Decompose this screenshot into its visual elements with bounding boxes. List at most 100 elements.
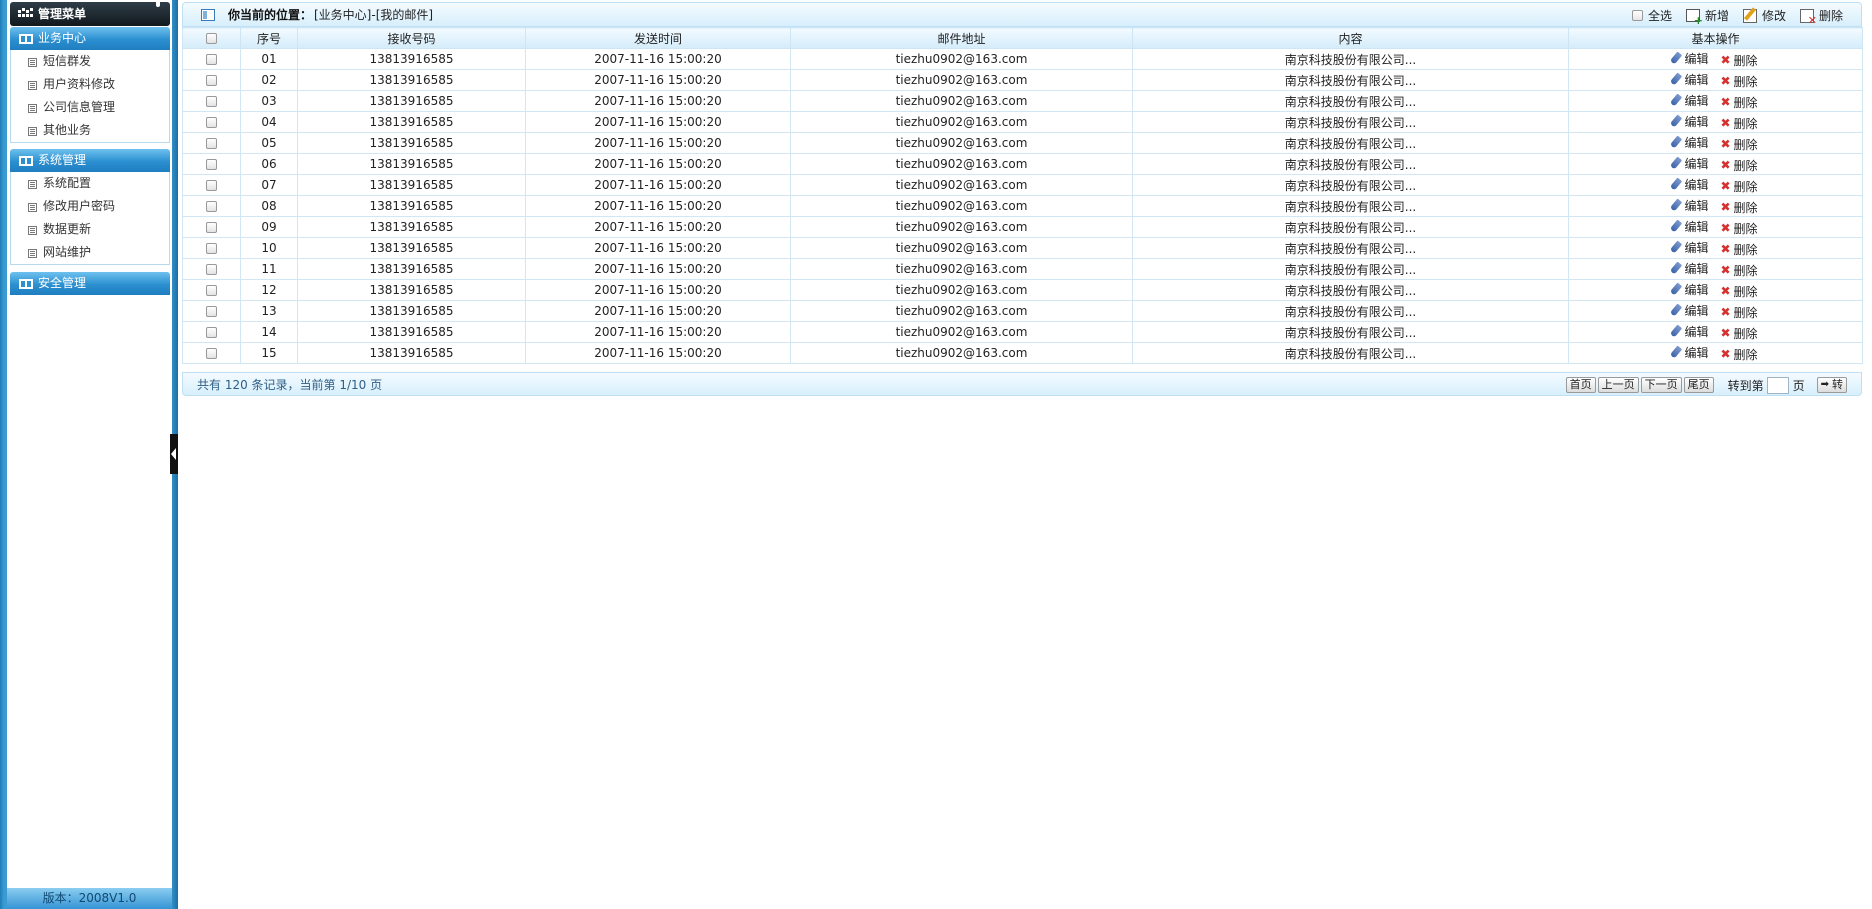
row-checkbox[interactable] <box>206 96 217 107</box>
row-select-cell[interactable] <box>182 111 241 133</box>
cell-email: tiezhu0902@163.com <box>790 174 1133 196</box>
row-checkbox[interactable] <box>206 54 217 65</box>
cell-seq: 05 <box>240 132 298 154</box>
row-select-cell[interactable] <box>182 321 241 343</box>
close-icon: ✖ <box>1720 53 1731 67</box>
row-edit-label: 编辑 <box>1684 345 1709 360</box>
menu-item-data-update[interactable]: 数据更新 <box>11 218 169 241</box>
row-edit-button[interactable]: 编辑 <box>1670 92 1708 109</box>
row-delete-button[interactable]: ✖ 删除 <box>1720 52 1757 69</box>
row-edit-button[interactable]: 编辑 <box>1670 302 1708 319</box>
menu-item-company-info[interactable]: 公司信息管理 <box>11 96 169 119</box>
row-edit-button[interactable]: 编辑 <box>1670 50 1708 67</box>
cell-actions: 编辑 ✖ 删除 <box>1568 48 1863 70</box>
menu-item-other[interactable]: 其他业务 <box>11 119 169 142</box>
row-delete-button[interactable]: ✖ 删除 <box>1720 73 1757 90</box>
cell-recipient: 13813916585 <box>297 300 526 322</box>
row-checkbox[interactable] <box>206 222 217 233</box>
add-button[interactable]: 新增 <box>1685 7 1729 26</box>
row-edit-button[interactable]: 编辑 <box>1670 239 1708 256</box>
pencil-icon <box>1670 93 1683 107</box>
row-delete-button[interactable]: ✖ 删除 <box>1720 304 1757 321</box>
row-select-cell[interactable] <box>182 153 241 175</box>
menu-group-system[interactable]: 系统管理 <box>10 149 170 172</box>
go-button[interactable]: ➡ 转 <box>1816 377 1847 393</box>
header-select-all[interactable] <box>182 27 241 49</box>
row-select-cell[interactable] <box>182 90 241 112</box>
row-select-cell[interactable] <box>182 279 241 301</box>
row-checkbox[interactable] <box>206 159 217 170</box>
row-edit-button[interactable]: 编辑 <box>1670 323 1708 340</box>
cell-seq: 01 <box>240 48 298 70</box>
menu-item-change-password[interactable]: 修改用户密码 <box>11 195 169 218</box>
pencil-icon <box>1670 114 1683 128</box>
row-edit-button[interactable]: 编辑 <box>1670 281 1708 298</box>
menu-group-business[interactable]: 业务中心 <box>10 27 170 50</box>
menu-item-site-maintenance[interactable]: 网站维护 <box>11 241 169 264</box>
row-delete-button[interactable]: ✖ 删除 <box>1720 346 1757 363</box>
row-edit-button[interactable]: 编辑 <box>1670 344 1709 361</box>
next-page-button[interactable]: 下一页 <box>1640 377 1682 393</box>
menu-item-system-config[interactable]: 系统配置 <box>11 172 169 195</box>
row-edit-button[interactable]: 编辑 <box>1670 218 1708 235</box>
row-checkbox[interactable] <box>206 138 217 149</box>
row-delete-label: 删除 <box>1733 179 1758 194</box>
row-select-cell[interactable] <box>182 174 241 196</box>
row-checkbox[interactable] <box>206 180 217 191</box>
row-select-cell[interactable] <box>182 69 241 91</box>
row-select-cell[interactable] <box>182 216 241 238</box>
row-delete-button[interactable]: ✖ 删除 <box>1720 262 1757 279</box>
row-checkbox[interactable] <box>206 306 217 317</box>
row-delete-button[interactable]: ✖ 删除 <box>1720 115 1757 132</box>
row-delete-label: 删除 <box>1733 200 1758 215</box>
row-edit-button[interactable]: 编辑 <box>1670 197 1708 214</box>
row-delete-button[interactable]: ✖ 删除 <box>1720 136 1757 153</box>
modify-button[interactable]: 修改 <box>1742 7 1786 24</box>
goto-page-input[interactable] <box>1766 376 1789 394</box>
row-edit-button[interactable]: 编辑 <box>1670 155 1708 172</box>
row-delete-button[interactable]: ✖ 删除 <box>1720 325 1757 342</box>
row-checkbox[interactable] <box>206 264 217 275</box>
row-select-cell[interactable] <box>182 300 241 322</box>
row-edit-button[interactable]: 编辑 <box>1670 176 1708 193</box>
row-edit-button[interactable]: 编辑 <box>1670 260 1708 277</box>
row-delete-button[interactable]: ✖ 删除 <box>1720 283 1757 300</box>
first-page-button[interactable]: 首页 <box>1565 377 1596 393</box>
last-page-button[interactable]: 尾页 <box>1683 377 1714 393</box>
row-checkbox[interactable] <box>206 348 217 359</box>
row-delete-button[interactable]: ✖ 删除 <box>1720 199 1757 216</box>
row-select-cell[interactable] <box>182 237 241 259</box>
row-edit-button[interactable]: 编辑 <box>1670 134 1708 151</box>
menu-item-sms[interactable]: 短信群发 <box>11 50 169 73</box>
row-delete-button[interactable]: ✖ 删除 <box>1720 178 1757 195</box>
row-delete-label: 删除 <box>1733 95 1758 110</box>
row-checkbox[interactable] <box>206 285 217 296</box>
cell-recipient: 13813916585 <box>297 174 526 196</box>
row-select-cell[interactable] <box>182 132 241 154</box>
cell-content: 南京科技股份有限公司... <box>1132 111 1569 133</box>
delete-button[interactable]: 删除 <box>1799 7 1843 26</box>
row-delete-button[interactable]: ✖ 删除 <box>1720 94 1757 111</box>
menu-grid-icon <box>18 8 33 20</box>
menu-item-user-profile[interactable]: 用户资料修改 <box>11 73 169 96</box>
row-checkbox[interactable] <box>206 117 217 128</box>
menu-item-label: 短信群发 <box>43 54 92 68</box>
cell-send-time: 2007-11-16 15:00:20 <box>525 132 791 154</box>
prev-page-button[interactable]: 上一页 <box>1597 377 1639 393</box>
row-select-cell[interactable] <box>182 342 241 364</box>
row-select-cell[interactable] <box>182 48 241 70</box>
row-delete-button[interactable]: ✖ 删除 <box>1720 157 1757 174</box>
row-delete-button[interactable]: ✖ 删除 <box>1720 220 1757 237</box>
menu-group-security[interactable]: 安全管理 <box>10 272 170 295</box>
row-select-cell[interactable] <box>182 195 241 217</box>
row-delete-button[interactable]: ✖ 删除 <box>1720 241 1757 258</box>
select-all-button[interactable]: 全选 <box>1631 7 1672 24</box>
row-select-cell[interactable] <box>182 258 241 280</box>
row-checkbox[interactable] <box>206 75 217 86</box>
row-edit-button[interactable]: 编辑 <box>1670 113 1708 130</box>
row-edit-button[interactable]: 编辑 <box>1670 71 1708 88</box>
row-checkbox[interactable] <box>206 327 217 338</box>
row-checkbox[interactable] <box>206 201 217 212</box>
row-checkbox[interactable] <box>206 243 217 254</box>
sidebar-toggle-handle[interactable] <box>170 434 178 474</box>
